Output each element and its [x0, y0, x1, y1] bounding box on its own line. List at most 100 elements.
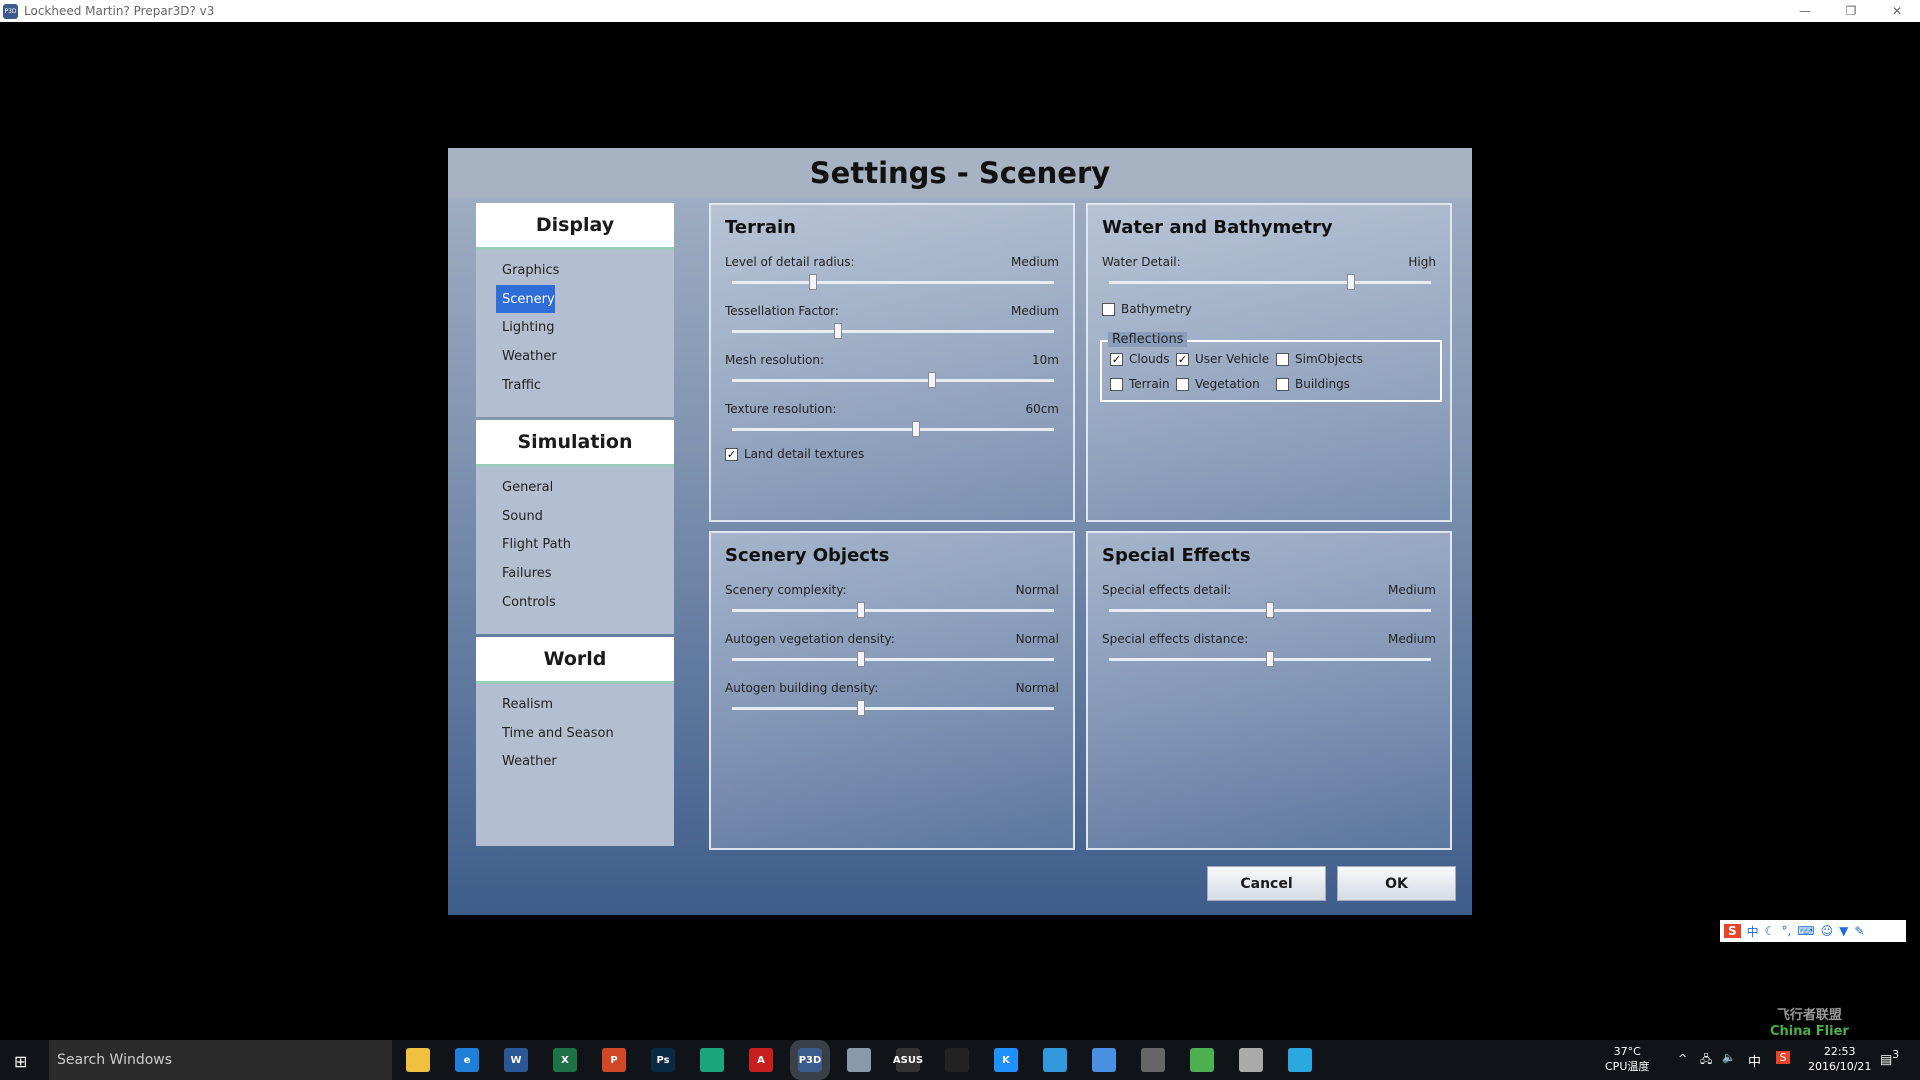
volume-icon[interactable]: 🔈 [1722, 1051, 1736, 1064]
checkbox-box[interactable] [1176, 377, 1189, 391]
reflection-vegetation-checkbox[interactable]: Vegetation [1176, 377, 1260, 391]
user-icon[interactable]: ☺ [1821, 924, 1834, 938]
app-bird-icon[interactable] [1092, 1048, 1116, 1072]
checkbox-box[interactable] [1102, 302, 1115, 316]
slider-thumb[interactable] [1266, 651, 1274, 667]
punctuation-icon[interactable]: °, [1781, 924, 1791, 938]
nav-item-controls[interactable]: Controls [496, 588, 674, 617]
app-blue-icon[interactable] [1043, 1048, 1067, 1072]
slider-thumb[interactable] [911, 421, 920, 437]
keyboard-icon[interactable]: ⌨ [1797, 924, 1814, 938]
edge-icon[interactable]: e [455, 1048, 479, 1072]
slider-track[interactable] [1109, 602, 1431, 618]
nav-item-time-and-season[interactable]: Time and Season [496, 719, 674, 748]
slider-track[interactable] [732, 323, 1054, 339]
network-icon[interactable]: 🖧 [1700, 1051, 1712, 1070]
reflection-buildings-checkbox[interactable]: Buildings [1276, 377, 1350, 391]
slider-row: Autogen building density: Normal [725, 681, 1059, 721]
slider-row: Tessellation Factor: Medium [725, 304, 1059, 344]
slider-track[interactable] [732, 700, 1054, 716]
ime-toolbar[interactable]: S 中 ☾ °, ⌨ ☺ ▼ ✎ [1720, 920, 1906, 942]
time: 22:53 [1823, 1045, 1856, 1058]
file-explorer-icon[interactable] [406, 1048, 430, 1072]
reflection-clouds-checkbox[interactable]: ✓ Clouds [1110, 352, 1170, 366]
powerpoint-icon[interactable]: P [602, 1048, 626, 1072]
app-doc-icon[interactable] [1239, 1048, 1263, 1072]
bathymetry-checkbox[interactable]: Bathymetry [1102, 302, 1192, 316]
slider-thumb[interactable] [856, 602, 865, 618]
settings-icon[interactable]: ✎ [1854, 924, 1864, 938]
checkbox-box[interactable] [1110, 377, 1123, 391]
slider-track[interactable] [1109, 651, 1431, 667]
excel-icon[interactable]: X [553, 1048, 577, 1072]
minimize-button[interactable]: — [1782, 0, 1828, 22]
sogou-logo: S [1724, 924, 1741, 938]
checkbox-box[interactable]: ✓ [1176, 352, 1189, 366]
nav-item-lighting[interactable]: Lighting [496, 313, 674, 342]
slider-value: 10m [1032, 353, 1059, 367]
slider-track[interactable] [732, 421, 1054, 437]
slider-track[interactable] [732, 602, 1054, 618]
slider-label: Water Detail: [1102, 255, 1181, 269]
nav-item-weather[interactable]: Weather [496, 747, 674, 776]
slider-thumb[interactable] [808, 274, 817, 290]
nav-item-flight-path[interactable]: Flight Path [496, 530, 674, 559]
close-button[interactable]: ✕ [1874, 0, 1920, 22]
checkbox-box[interactable] [1276, 377, 1289, 391]
app-globe-icon[interactable] [1141, 1048, 1165, 1072]
ime-mode[interactable]: 中 [1747, 923, 1759, 940]
water-panel: Water and Bathymetry Bathymetry Reflecti… [1086, 203, 1452, 522]
kugou-icon[interactable]: K [994, 1048, 1018, 1072]
ok-button[interactable]: OK [1337, 866, 1456, 901]
slider-thumb[interactable] [1346, 274, 1355, 290]
land-detail-textures-checkbox[interactable]: ✓ Land detail textures [725, 447, 864, 461]
app-screen-icon[interactable] [1288, 1048, 1312, 1072]
reflection-simobjects-checkbox[interactable]: SimObjects [1276, 352, 1363, 366]
reflection-terrain-checkbox[interactable]: Terrain [1110, 377, 1170, 391]
photoshop-icon[interactable]: Ps [651, 1048, 675, 1072]
nav-item-sound[interactable]: Sound [496, 502, 674, 531]
slider-track[interactable] [1109, 274, 1431, 290]
nav-item-weather[interactable]: Weather [496, 342, 674, 371]
nav-section: Realism Time and Season Weather [476, 684, 674, 846]
checkbox-box[interactable]: ✓ [725, 447, 738, 461]
show-hidden-icons[interactable]: ^ [1678, 1052, 1687, 1065]
slider-thumb[interactable] [1266, 602, 1274, 618]
chrome-icon[interactable] [1190, 1048, 1214, 1072]
app-green-icon[interactable] [700, 1048, 724, 1072]
nav-item-general[interactable]: General [496, 473, 674, 502]
notification-center[interactable]: ▤3 [1880, 1048, 1899, 1067]
slider-thumb[interactable] [834, 323, 843, 339]
nav-item-traffic[interactable]: Traffic [496, 371, 674, 400]
slider-thumb[interactable] [856, 651, 865, 667]
checkbox-box[interactable] [1276, 352, 1289, 366]
moon-icon[interactable]: ☾ [1765, 924, 1776, 938]
word-icon[interactable]: W [504, 1048, 528, 1072]
nav-item-scenery[interactable]: Scenery [496, 284, 555, 314]
qq-icon[interactable] [945, 1048, 969, 1072]
reflection-user-vehicle-checkbox[interactable]: ✓ User Vehicle [1176, 352, 1269, 366]
restore-button[interactable]: ❐ [1828, 0, 1874, 22]
nav-item-realism[interactable]: Realism [496, 690, 674, 719]
ime-indicator[interactable]: 中 [1748, 1051, 1761, 1070]
search-box[interactable]: Search Windows [49, 1040, 392, 1080]
prepar3d-icon[interactable]: P3D [790, 1040, 830, 1080]
slider-track[interactable] [732, 372, 1054, 388]
slider-track[interactable] [732, 274, 1054, 290]
nav-item-graphics[interactable]: Graphics [496, 256, 674, 285]
slider-track[interactable] [732, 651, 1054, 667]
checkbox-box[interactable]: ✓ [1110, 352, 1123, 366]
app-plane-icon[interactable] [847, 1048, 871, 1072]
nav-item-failures[interactable]: Failures [496, 559, 674, 588]
sogou-icon[interactable]: S [1776, 1051, 1790, 1064]
slider-thumb[interactable] [856, 700, 865, 716]
checkbox-label: Terrain [1129, 377, 1170, 391]
asus-icon[interactable]: ASUS [893, 1048, 923, 1072]
cancel-button[interactable]: Cancel [1207, 866, 1326, 901]
skin-icon[interactable]: ▼ [1839, 924, 1848, 938]
slider-thumb[interactable] [927, 372, 936, 388]
slider-row: Level of detail radius: Medium [725, 255, 1059, 295]
windows-start-icon[interactable]: ⊞ [14, 1052, 27, 1071]
acrobat-icon[interactable]: A [749, 1048, 773, 1072]
clock[interactable]: 22:53 2016/10/21 [1808, 1044, 1871, 1074]
